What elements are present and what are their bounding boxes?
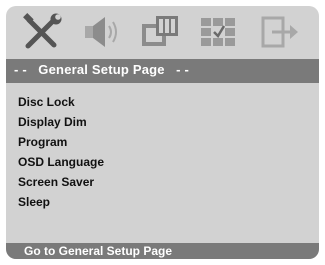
setup-menu-list: Disc Lock Display Dim Program OSD Langua… xyxy=(18,92,104,212)
status-text: Go to General Setup Page xyxy=(24,244,173,258)
status-bar: Go to General Setup Page xyxy=(6,243,319,259)
exit-icon[interactable] xyxy=(258,12,302,52)
setup-menu-panel: - - General Setup Page - - Disc Lock Dis… xyxy=(6,6,319,259)
general-setup-icon[interactable] xyxy=(20,12,64,52)
setup-icon-bar xyxy=(6,6,319,56)
audio-setup-icon[interactable] xyxy=(79,12,123,52)
menu-item-screen-saver[interactable]: Screen Saver xyxy=(18,172,104,192)
menu-item-disc-lock[interactable]: Disc Lock xyxy=(18,92,104,112)
preference-setup-icon[interactable] xyxy=(197,12,241,52)
menu-item-sleep[interactable]: Sleep xyxy=(18,192,104,212)
page-title-bar: - - General Setup Page - - xyxy=(6,59,319,83)
menu-item-program[interactable]: Program xyxy=(18,132,104,152)
menu-item-display-dim[interactable]: Display Dim xyxy=(18,112,104,132)
page-title: - - General Setup Page - - xyxy=(14,62,190,77)
menu-item-osd-language[interactable]: OSD Language xyxy=(18,152,104,172)
video-setup-icon[interactable] xyxy=(138,12,182,52)
